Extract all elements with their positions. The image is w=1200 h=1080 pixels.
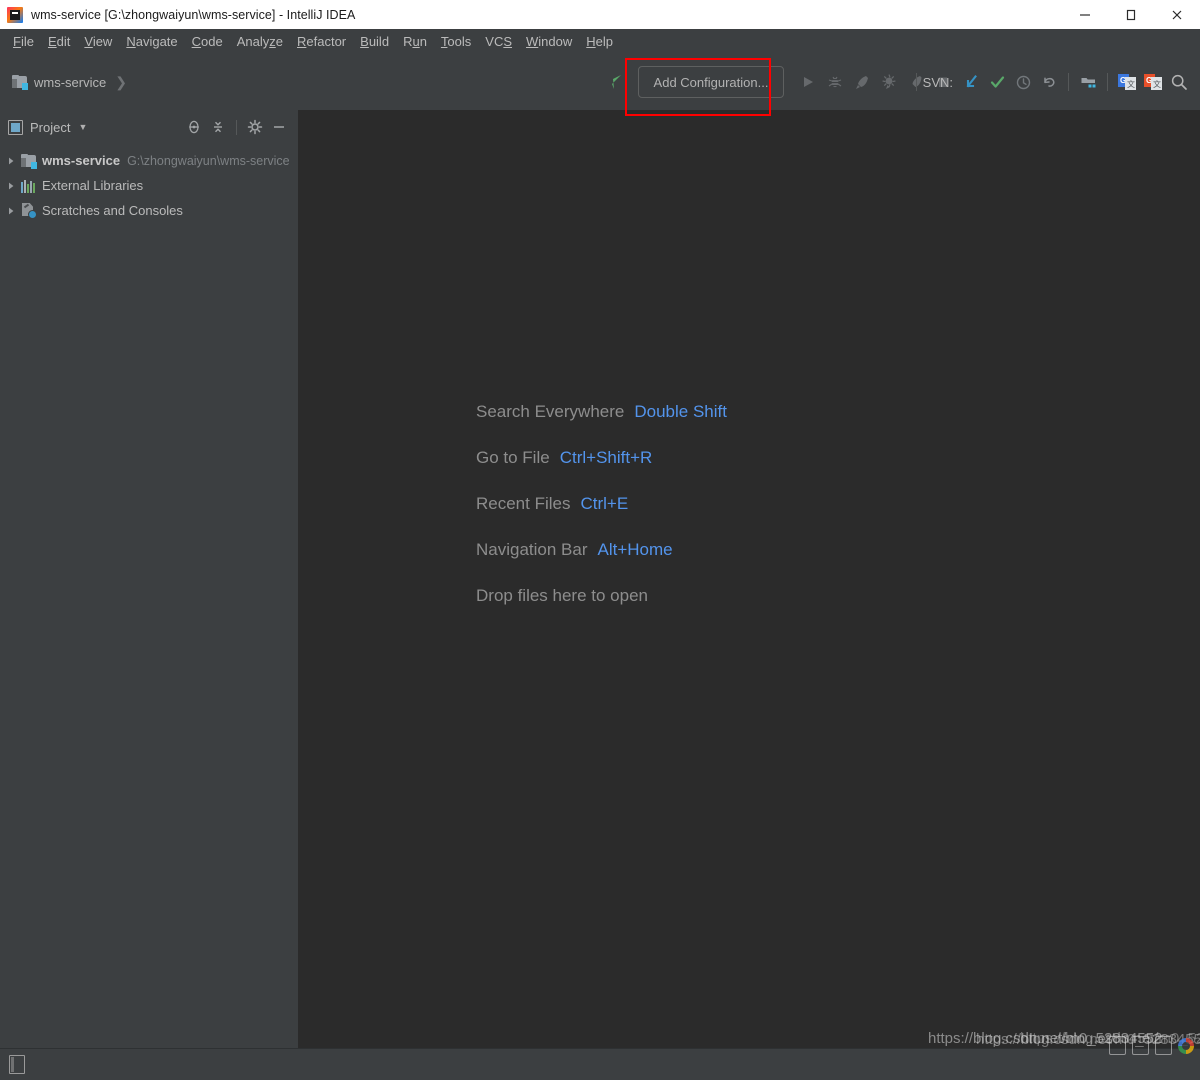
window-title: wms-service [G:\zhongwaiyun\wms-service]… <box>31 7 356 22</box>
tree-node-label: wms-service <box>42 153 121 168</box>
google-translate-blue-icon[interactable]: G 文 <box>1114 69 1140 95</box>
intellij-idea-window: wms-service [G:\zhongwaiyun\wms-service]… <box>0 0 1200 1080</box>
project-panel-actions <box>183 116 290 138</box>
run-icon[interactable] <box>796 70 820 94</box>
intellij-idea-icon <box>7 6 23 23</box>
expand-arrow-icon[interactable] <box>2 202 20 220</box>
menu-item-vcs[interactable]: VCS <box>478 32 519 52</box>
svg-text:文: 文 <box>1127 79 1135 89</box>
menu-item-run[interactable]: Run <box>396 32 434 52</box>
scroll-from-source-icon[interactable] <box>183 116 205 138</box>
toolbar-separator-2 <box>1068 73 1069 91</box>
profile-icon[interactable] <box>877 70 901 94</box>
tree-node-path: G:\zhongwaiyun\wms-service <box>127 153 290 168</box>
hint-shortcut: Ctrl+Shift+R <box>559 448 653 467</box>
menu-item-build[interactable]: Build <box>353 32 396 52</box>
update-project-icon[interactable] <box>958 69 984 95</box>
breadcrumb-separator: ❯ <box>115 73 127 90</box>
tree-node-scratches-and-consoles[interactable]: Scratches and Consoles <box>0 198 298 223</box>
toolbar-separator-3 <box>1107 73 1108 91</box>
minimize-button[interactable] <box>1062 0 1108 29</box>
project-structure-icon[interactable] <box>1075 69 1101 95</box>
vcs-toolbar: SVN: G 文 G 文 <box>910 54 1192 110</box>
menu-item-analyze[interactable]: Analyze <box>230 32 290 52</box>
hint-shortcut: Alt+Home <box>597 540 673 559</box>
hint-label: Drop files here to open <box>476 586 648 605</box>
menu-item-help[interactable]: Help <box>579 32 620 52</box>
project-tool-window: Project ▼ wms-service G:\zhongwaiyun\wms… <box>0 110 298 1048</box>
google-translate-red-icon[interactable]: G 文 <box>1140 69 1166 95</box>
expand-arrow-icon[interactable] <box>2 152 20 170</box>
toggle-tool-window-icon[interactable] <box>9 1055 25 1074</box>
collapse-all-icon[interactable] <box>207 116 229 138</box>
toolbar-separator <box>915 73 917 91</box>
title-bar: wms-service [G:\zhongwaiyun\wms-service]… <box>0 0 1200 29</box>
hint-search-everywhere: Search Everywhere Double Shift <box>476 402 727 422</box>
rollback-icon[interactable] <box>1036 69 1062 95</box>
hint-shortcut: Ctrl+E <box>580 494 629 513</box>
breadcrumb[interactable]: wms-service ❯ <box>12 70 127 94</box>
module-folder-icon <box>20 153 37 169</box>
editor-empty-area: Search Everywhere Double Shift Go to Fil… <box>298 110 1200 1048</box>
hint-label: Navigation Bar <box>476 540 588 559</box>
hint-shortcut: Double Shift <box>634 402 727 421</box>
menu-item-window[interactable]: Window <box>519 32 579 52</box>
close-button[interactable] <box>1154 0 1200 29</box>
menu-item-refactor[interactable]: Refactor <box>290 32 353 52</box>
hint-go-to-file: Go to File Ctrl+Shift+R <box>476 448 727 468</box>
scratches-icon <box>20 203 37 219</box>
project-tree: wms-service G:\zhongwaiyun\wms-service E… <box>0 144 298 223</box>
tree-node-external-libraries[interactable]: External Libraries <box>0 173 298 198</box>
module-folder-icon <box>12 75 28 90</box>
hint-label: Go to File <box>476 448 550 467</box>
back-arrow-icon[interactable] <box>606 70 628 94</box>
run-with-coverage-icon[interactable] <box>850 70 874 94</box>
settings-gear-icon[interactable] <box>244 116 266 138</box>
window-controls <box>1062 0 1200 29</box>
maximize-button[interactable] <box>1108 0 1154 29</box>
run-toolbar: Add Configuration... <box>606 54 955 110</box>
svg-text:文: 文 <box>1153 79 1161 89</box>
expand-arrow-icon[interactable] <box>2 177 20 195</box>
show-history-icon[interactable] <box>1010 69 1036 95</box>
external-libraries-icon <box>20 178 37 194</box>
chevron-down-icon[interactable]: ▼ <box>78 122 87 132</box>
menu-item-view[interactable]: View <box>77 32 119 52</box>
hint-navigation-bar: Navigation Bar Alt+Home <box>476 540 727 560</box>
debug-icon[interactable] <box>823 70 847 94</box>
vcs-label: SVN: <box>922 74 953 90</box>
editor-hints: Search Everywhere Double Shift Go to Fil… <box>476 402 727 606</box>
tree-node-label: Scratches and Consoles <box>42 203 183 218</box>
commit-icon[interactable] <box>984 69 1010 95</box>
hint-drop-files: Drop files here to open <box>476 586 727 606</box>
menu-bar: File Edit View Navigate Code Analyze Ref… <box>0 29 1200 54</box>
search-everywhere-icon[interactable] <box>1166 69 1192 95</box>
menu-item-tools[interactable]: Tools <box>434 32 478 52</box>
menu-item-file[interactable]: File <box>6 32 41 52</box>
hint-label: Recent Files <box>476 494 571 513</box>
status-bar <box>0 1048 1200 1080</box>
add-configuration-button[interactable]: Add Configuration... <box>638 66 784 98</box>
project-panel-header: Project ▼ <box>0 110 298 144</box>
project-panel-title: Project <box>30 119 71 135</box>
panel-actions-divider <box>236 119 237 135</box>
hint-recent-files: Recent Files Ctrl+E <box>476 494 727 514</box>
menu-item-edit[interactable]: Edit <box>41 32 77 52</box>
project-view-icon <box>8 119 23 135</box>
tree-node-wms-service[interactable]: wms-service G:\zhongwaiyun\wms-service <box>0 148 298 173</box>
breadcrumb-label: wms-service <box>34 74 107 90</box>
menu-item-navigate[interactable]: Navigate <box>119 32 184 52</box>
tree-node-label: External Libraries <box>42 178 144 193</box>
hide-panel-icon[interactable] <box>268 116 290 138</box>
menu-item-code[interactable]: Code <box>185 32 230 52</box>
hint-label: Search Everywhere <box>476 402 625 421</box>
